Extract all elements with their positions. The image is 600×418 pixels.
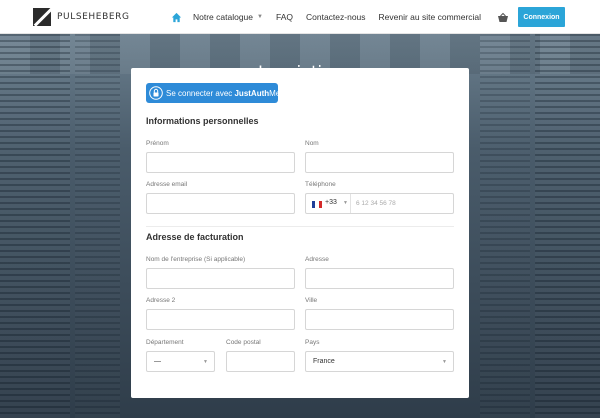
- phone-country-code: +33: [325, 199, 337, 206]
- phone-label: Téléphone: [305, 181, 336, 188]
- address2-label: Adresse 2: [146, 297, 176, 304]
- justauth-brand: JustAuth: [234, 88, 270, 98]
- billing-title: Adresse de facturation: [146, 232, 244, 242]
- email-input[interactable]: [146, 193, 295, 214]
- nav-item-commercial-site[interactable]: Revenir au site commercial: [379, 12, 482, 22]
- server-rack-decor: [0, 34, 70, 418]
- nav-item-catalogue[interactable]: Notre catalogue ▼: [193, 12, 263, 22]
- main-nav: Notre catalogue ▼ FAQ Contactez-nous Rev…: [170, 0, 494, 34]
- server-rack-decor: [535, 34, 600, 418]
- company-label: Nom de l'entreprise (Si applicable): [146, 256, 246, 263]
- nav-item-label: Notre catalogue: [193, 12, 254, 22]
- city-label: Ville: [305, 297, 318, 304]
- address-label: Adresse: [305, 256, 329, 263]
- top-header: PULSEHEBERG Notre catalogue ▼ FAQ Contac…: [0, 0, 600, 34]
- city-input[interactable]: [305, 309, 454, 330]
- justauth-prefix: Se connecter avec: [166, 88, 235, 98]
- email-label: Adresse email: [146, 181, 188, 188]
- department-select[interactable]: — ▼: [146, 351, 215, 372]
- nav-item-contact[interactable]: Contactez-nous: [306, 12, 366, 22]
- france-flag-icon[interactable]: [312, 201, 322, 208]
- cart-icon[interactable]: [497, 11, 509, 23]
- country-value: France: [313, 358, 335, 365]
- phone-input[interactable]: +33 ▼ 6 12 34 56 78: [305, 193, 454, 214]
- department-value: —: [154, 358, 161, 365]
- phone-placeholder: 6 12 34 56 78: [356, 200, 396, 207]
- brand-name: PULSEHEBERG: [57, 12, 130, 22]
- chevron-down-icon: ▼: [343, 200, 348, 206]
- logo-icon: [33, 8, 51, 26]
- login-button[interactable]: Connexion: [518, 7, 565, 27]
- lock-icon: [149, 86, 163, 100]
- address2-input[interactable]: [146, 309, 295, 330]
- justauth-login-button[interactable]: Se connecter avec JustAuth Me: [146, 83, 281, 103]
- company-input[interactable]: [146, 268, 295, 289]
- nav-item-faq[interactable]: FAQ: [276, 12, 293, 22]
- chevron-down-icon: ▼: [257, 14, 263, 20]
- country-select[interactable]: France ▼: [305, 351, 454, 372]
- section-divider: [146, 226, 454, 227]
- chevron-down-icon: ▼: [442, 359, 447, 365]
- department-label: Département: [146, 339, 184, 346]
- nom-label: Nom: [305, 140, 319, 147]
- registration-form: Se connecter avec JustAuth Me Informatio…: [131, 68, 469, 398]
- address-input[interactable]: [305, 268, 454, 289]
- brand-logo[interactable]: PULSEHEBERG: [33, 8, 130, 26]
- nom-input[interactable]: [305, 152, 454, 173]
- server-rack-decor: [480, 34, 530, 418]
- postal-input[interactable]: [226, 351, 295, 372]
- chevron-down-icon: ▼: [203, 359, 208, 365]
- personal-info-title: Informations personnelles: [146, 116, 259, 126]
- home-icon[interactable]: [170, 11, 182, 23]
- server-rack-decor: [75, 34, 120, 418]
- justauth-suffix: Me: [269, 88, 281, 98]
- phone-separator: [350, 194, 351, 213]
- country-label: Pays: [305, 339, 320, 346]
- prenom-input[interactable]: [146, 152, 295, 173]
- prenom-label: Prénom: [146, 140, 169, 147]
- postal-label: Code postal: [226, 339, 261, 346]
